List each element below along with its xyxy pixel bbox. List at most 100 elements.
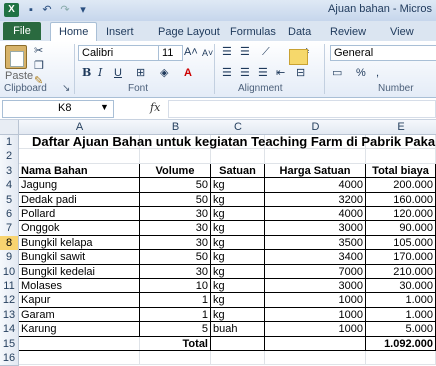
table-cell[interactable]: Bungkil kelapa [19, 235, 140, 251]
table-cell[interactable]: buah [211, 322, 265, 337]
table-cell[interactable]: kg [211, 235, 265, 251]
table-cell[interactable]: Karung [19, 322, 140, 337]
select-all-corner[interactable] [0, 120, 19, 135]
table-cell[interactable]: 3000 [265, 279, 366, 294]
accounting-format-icon[interactable]: ▭ [332, 66, 342, 80]
table-cell[interactable]: 5.000 [366, 322, 436, 337]
paste-label[interactable]: Paste [5, 69, 33, 83]
wrap-text-highlight-icon[interactable] [289, 49, 308, 65]
copy-icon[interactable]: ❐ [34, 59, 44, 73]
table-cell[interactable]: 4000 [265, 207, 366, 222]
paste-icon[interactable] [5, 45, 27, 69]
excel-logo-icon[interactable]: X [4, 3, 19, 17]
row-header-11[interactable]: 11 [0, 279, 19, 295]
row-header-2[interactable]: 2 [0, 149, 19, 165]
grid-cell[interactable] [366, 351, 436, 366]
column-header-a[interactable]: A [19, 120, 141, 135]
table-cell[interactable]: 3500 [265, 235, 366, 251]
formula-input[interactable] [168, 100, 436, 118]
table-cell[interactable]: Bungkil kedelai [19, 264, 140, 279]
table-header[interactable]: Satuan [211, 163, 265, 179]
grow-font-icon[interactable]: A˄ [184, 45, 198, 59]
table-cell[interactable]: 1.000 [366, 307, 436, 323]
table-cell[interactable]: Molases [19, 279, 140, 294]
table-header[interactable]: Nama Bahan [19, 163, 140, 179]
align-top-icon[interactable]: ☰ [222, 45, 232, 59]
table-cell[interactable]: 30 [140, 207, 211, 222]
insert-function-icon[interactable]: fx [150, 101, 160, 114]
grid-cell[interactable] [211, 351, 265, 366]
table-cell[interactable]: Pollard [19, 207, 140, 222]
tab-file[interactable]: File [3, 22, 41, 40]
cut-icon[interactable]: ✂ [34, 44, 43, 58]
total-label[interactable]: Total [19, 336, 211, 351]
font-name-box[interactable]: Calibri [78, 45, 159, 61]
grid-cell[interactable] [140, 351, 211, 366]
tab-view[interactable]: View [390, 24, 414, 40]
table-cell[interactable]: kg [211, 293, 265, 308]
table-cell[interactable] [211, 336, 265, 351]
column-header-c[interactable]: C [211, 120, 266, 135]
row-header-4[interactable]: 4 [0, 178, 19, 194]
row-header-3[interactable]: 3 [0, 163, 19, 180]
customize-qat-icon[interactable]: ▾ [76, 3, 90, 17]
underline-button[interactable]: U [114, 66, 122, 80]
decrease-indent-icon[interactable]: ⇤ [276, 66, 285, 80]
table-cell[interactable]: kg [211, 178, 265, 193]
table-cell[interactable]: 160.000 [366, 192, 436, 207]
borders-icon[interactable]: ⊞ [136, 66, 145, 80]
table-cell[interactable]: 1.000 [366, 293, 436, 308]
table-cell[interactable]: 30 [140, 264, 211, 279]
align-middle-icon[interactable]: ☰ [240, 45, 250, 59]
table-cell[interactable]: kg [211, 250, 265, 265]
table-cell[interactable]: 30.000 [366, 279, 436, 294]
table-cell[interactable]: kg [211, 264, 265, 279]
chevron-down-icon[interactable]: ▼ [100, 102, 109, 112]
row-header-8[interactable]: 8 [0, 235, 19, 252]
table-header[interactable]: Total biaya [366, 163, 436, 179]
column-header-d[interactable]: D [265, 120, 367, 135]
table-cell[interactable]: 1000 [265, 322, 366, 337]
table-cell[interactable]: kg [211, 221, 265, 236]
table-cell[interactable]: Jagung [19, 178, 140, 193]
table-cell[interactable]: kg [211, 307, 265, 323]
tab-formulas[interactable]: Formulas [230, 24, 276, 40]
table-cell[interactable]: 90.000 [366, 221, 436, 236]
table-cell[interactable]: Onggok [19, 221, 140, 236]
table-cell[interactable]: 50 [140, 250, 211, 265]
shrink-font-icon[interactable]: A˅ [202, 46, 213, 60]
row-header-12[interactable]: 12 [0, 293, 19, 309]
grid-cell[interactable] [19, 149, 140, 164]
grid-cell[interactable] [265, 351, 366, 366]
table-cell[interactable]: kg [211, 192, 265, 207]
table-cell[interactable]: kg [211, 207, 265, 222]
column-header-b[interactable]: B [140, 120, 212, 135]
tab-data[interactable]: Data [288, 24, 311, 40]
table-cell[interactable]: Dedak padi [19, 192, 140, 207]
table-cell[interactable]: 50 [140, 178, 211, 193]
save-icon[interactable]: ▪ [24, 3, 38, 17]
row-header-10[interactable]: 10 [0, 264, 19, 280]
table-cell[interactable]: 210.000 [366, 264, 436, 279]
tab-home[interactable]: Home [50, 22, 98, 42]
undo-icon[interactable]: ↶ [40, 3, 54, 17]
row-header-15[interactable]: 15 [0, 336, 19, 352]
font-size-box[interactable]: 11 [158, 45, 183, 61]
tab-insert[interactable]: Insert [106, 24, 134, 40]
italic-button[interactable]: I [98, 66, 102, 80]
table-cell[interactable]: 1 [140, 293, 211, 308]
row-header-9[interactable]: 9 [0, 250, 19, 266]
table-cell[interactable]: 3200 [265, 192, 366, 207]
table-header[interactable]: Volume [140, 163, 211, 179]
table-cell[interactable]: Garam [19, 307, 140, 323]
row-header-1[interactable]: 1 [0, 135, 19, 151]
table-cell[interactable]: 3000 [265, 221, 366, 236]
total-value[interactable]: 1.092.000 [366, 336, 436, 351]
row-header-7[interactable]: 7 [0, 221, 19, 237]
table-cell[interactable]: 3400 [265, 250, 366, 265]
row-header-5[interactable]: 5 [0, 192, 19, 208]
table-cell[interactable]: 200.000 [366, 178, 436, 193]
align-left-icon[interactable]: ☰ [222, 66, 232, 80]
table-cell[interactable]: 5 [140, 322, 211, 337]
name-box[interactable]: K8 ▼ [2, 100, 114, 118]
